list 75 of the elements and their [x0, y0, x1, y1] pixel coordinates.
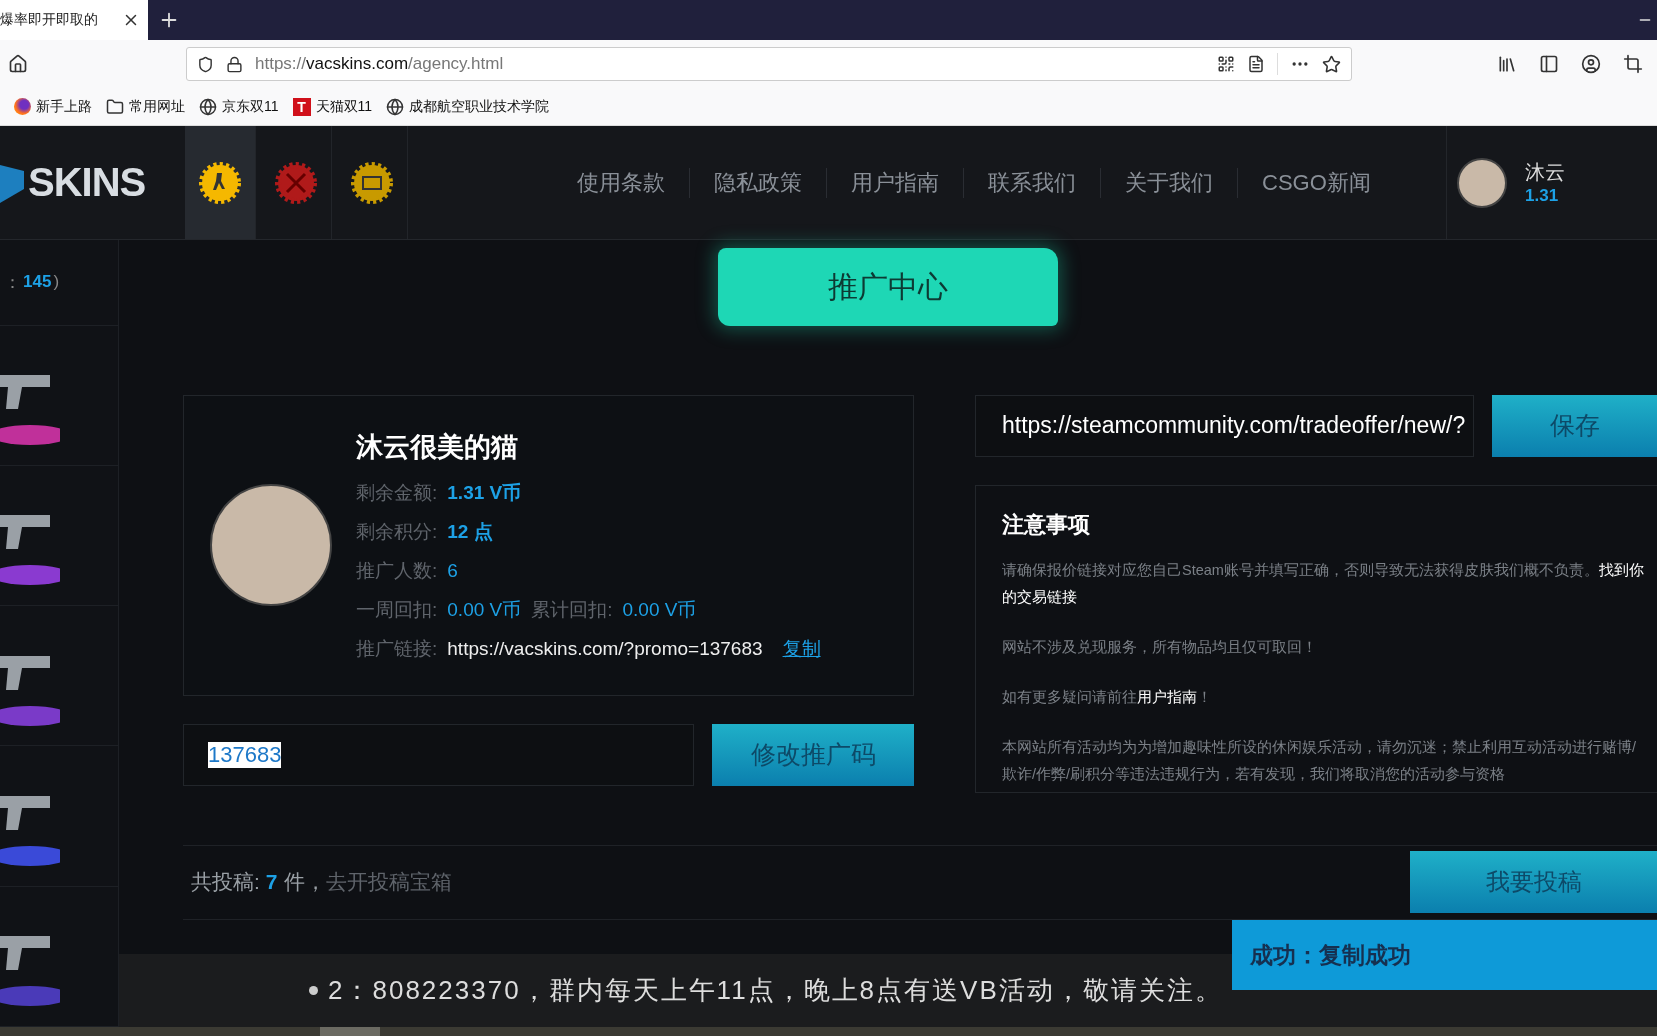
- globe-icon: [199, 97, 217, 116]
- stat-value: 1.31 V币: [447, 480, 522, 505]
- notice-text: 本网站所有活动均为为增加趣味性所设的休闲娱乐活动，请勿沉迷；禁止利用互动活动进行赌博/欺诈/作弊/刷积分等违法违规行为，若有发现，我们将取消您的活动参与资格: [1002, 737, 1638, 784]
- tab-title: 爆率即开即取的: [0, 11, 98, 29]
- promo-code-field[interactable]: 137683: [183, 723, 694, 786]
- avatar-circle[interactable]: [1457, 157, 1507, 208]
- stat-label: 一周回扣:: [356, 597, 438, 622]
- announcement-text: 2：808223370，群内每天上午11点，晚上8点有送VB活动，敬请关注。: [328, 973, 1223, 1007]
- user-balance: 1.31: [1525, 186, 1560, 206]
- notice-title: 注意事项: [1002, 510, 1091, 539]
- reader-view-icon[interactable]: [1247, 55, 1265, 73]
- scrollbar[interactable]: [0, 1027, 1657, 1036]
- stat-value: 12 点: [447, 519, 493, 544]
- bookmark-link[interactable]: 京东双11: [222, 97, 279, 116]
- browser-logo-icon: [14, 98, 31, 115]
- open-chest-link[interactable]: 去开投稿宝箱: [325, 868, 452, 897]
- account-icon[interactable]: [1581, 54, 1601, 74]
- stat-label: 累计回扣:: [531, 597, 613, 622]
- nav-link[interactable]: 关于我们: [1100, 167, 1237, 198]
- globe-icon: [386, 97, 405, 116]
- browser-tab[interactable]: 爆率即开即取的: [0, 0, 148, 40]
- game-tab[interactable]: [185, 126, 256, 239]
- trade-url-field[interactable]: https://steamcommunity.com/tradeoffer/new/?: [975, 394, 1474, 457]
- game-badge-icon: [349, 159, 395, 206]
- bookmark-link[interactable]: 成都航空职业技术学院: [409, 97, 550, 116]
- notice-text: 网站不涉及兑现服务，所有物品均且仅可取回！: [1002, 637, 1318, 657]
- user-name: 沐云: [1525, 160, 1565, 185]
- game-badge-icon: [273, 159, 319, 206]
- home-icon[interactable]: [8, 54, 28, 74]
- stat-label: 推广人数:: [356, 558, 438, 583]
- submissions-unit: 件，: [283, 869, 326, 896]
- bullet-icon: [309, 985, 318, 995]
- bookmark-link[interactable]: 天猫双11: [315, 97, 373, 116]
- stat-value: 6: [447, 559, 458, 582]
- copy-link[interactable]: 复制: [782, 635, 821, 662]
- nav-link[interactable]: 隐私政策: [689, 167, 826, 198]
- profile-name: 沐云很美的猫: [356, 430, 519, 464]
- count-value: 145: [23, 272, 52, 293]
- crop-icon[interactable]: [1623, 54, 1643, 74]
- game-badge-icon: [197, 159, 243, 206]
- nav-link[interactable]: 使用条款: [553, 167, 689, 198]
- promo-link-text: https://vacskins.com/?promo=137683: [447, 637, 763, 660]
- nav-link[interactable]: 用户指南: [826, 167, 963, 198]
- save-button[interactable]: 保存: [1492, 394, 1657, 457]
- library-icon[interactable]: [1497, 54, 1517, 74]
- shop-logo-icon: T: [292, 97, 311, 116]
- stat-value: 0.00 V币: [447, 597, 522, 622]
- notice-text: 如有更多疑问请前往用户指南！: [1002, 687, 1213, 707]
- nav-link[interactable]: CSGO新闻: [1237, 167, 1395, 198]
- url-text: https://vacskins.com/agency.html: [255, 54, 505, 74]
- submit-button[interactable]: 我要投稿: [1410, 851, 1657, 914]
- banner-title: 推广中心: [828, 268, 948, 305]
- count-end: ): [53, 272, 60, 293]
- submissions-label: 共投稿:: [191, 869, 260, 896]
- stat-label: 推广链接:: [356, 636, 438, 661]
- count-label: ：: [4, 271, 21, 294]
- stat-label: 剩余积分:: [356, 519, 438, 544]
- selected-text: 137683: [208, 741, 282, 768]
- notice-text: 请确保报价链接对应您自己Steam账号并填写正确，否则导致无法获得皮肤我们概不负责。找到你的交易链接: [1002, 560, 1645, 607]
- stat-label: 剩余金额:: [356, 480, 438, 505]
- address-bar[interactable]: https://vacskins.com/agency.html: [186, 47, 1352, 81]
- bookmark-link[interactable]: 新手上路: [36, 97, 92, 116]
- toast-text: 成功：复制成功: [1250, 940, 1411, 970]
- site-logo[interactable]: SKINS: [28, 160, 146, 205]
- sidebar-icon[interactable]: [1539, 54, 1559, 74]
- folder-icon: [106, 97, 124, 116]
- nav-link[interactable]: 联系我们: [963, 167, 1100, 198]
- stat-value: 0.00 V币: [622, 597, 697, 622]
- submissions-count: 7: [265, 870, 278, 895]
- change-code-button[interactable]: 修改推广码: [712, 723, 914, 786]
- shield-icon[interactable]: [197, 55, 214, 73]
- qr-code-icon[interactable]: [1217, 55, 1235, 73]
- bookmark-link[interactable]: 常用网址: [129, 97, 185, 116]
- star-icon[interactable]: [1322, 54, 1341, 74]
- lock-icon: [226, 55, 243, 73]
